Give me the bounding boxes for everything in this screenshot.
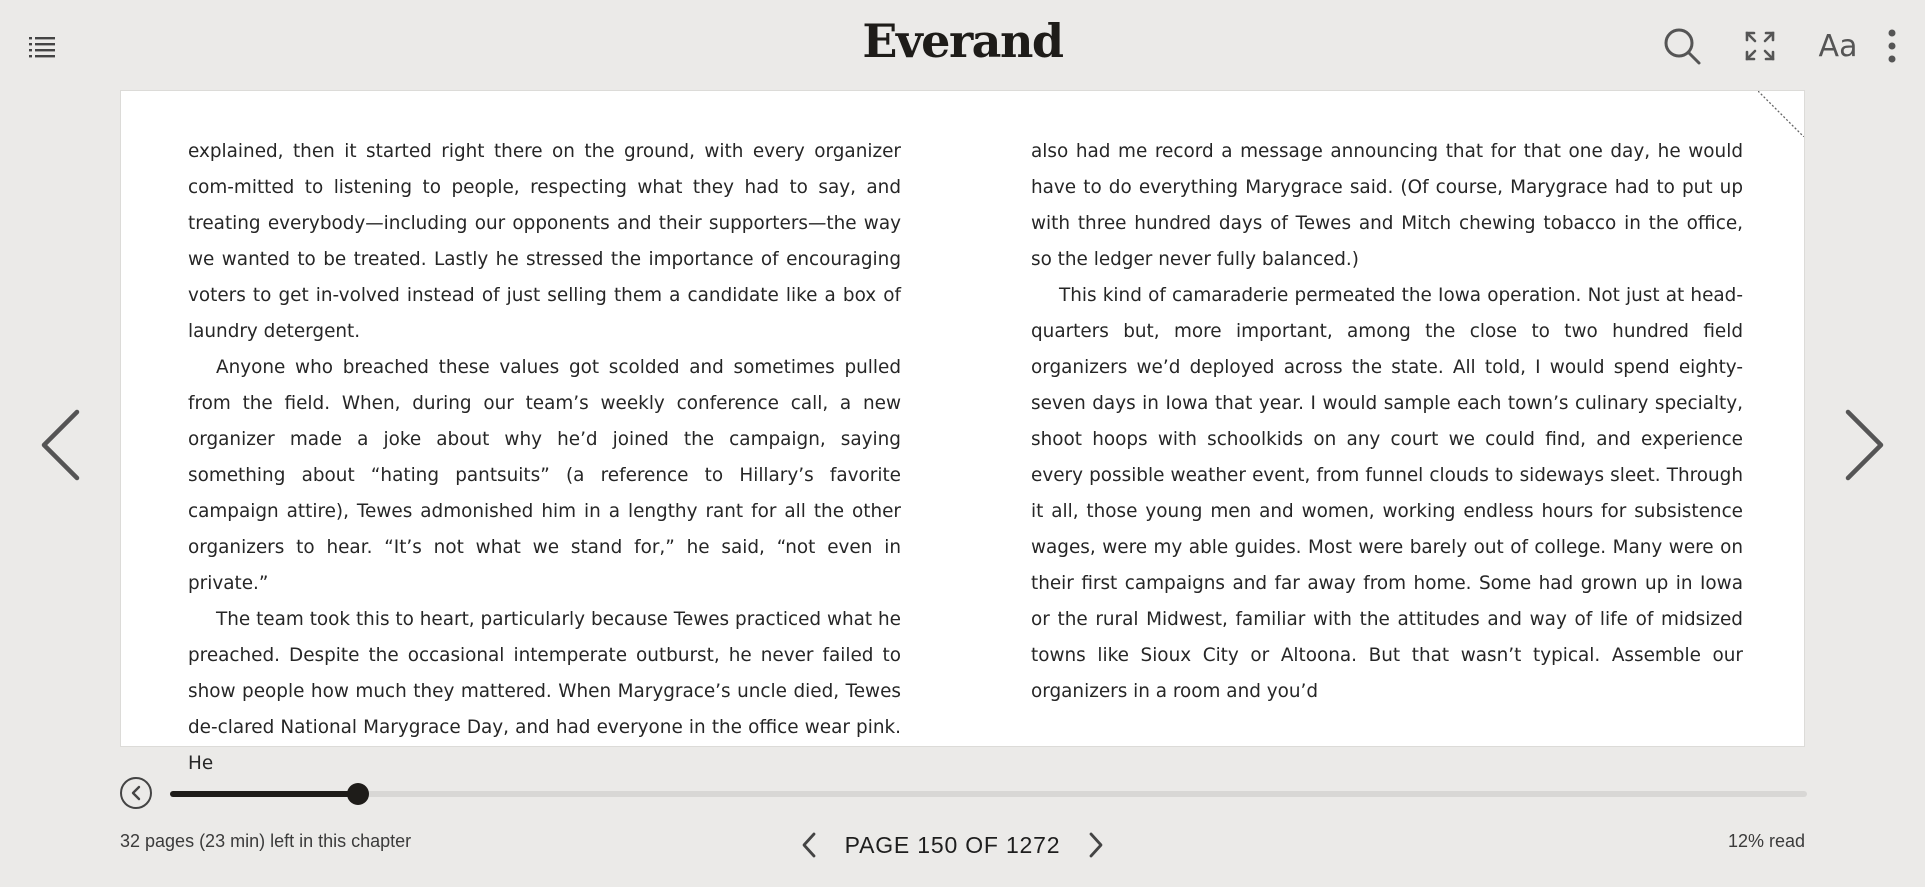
chevron-right-icon — [1845, 409, 1884, 481]
back-circle-icon — [131, 785, 141, 801]
paragraph: The team took this to heart, particularl… — [188, 609, 901, 774]
book-page: explained, then it started right there o… — [120, 90, 1805, 774]
paragraph: explained, then it started right there o… — [188, 141, 901, 342]
page-pager: PAGE 150 OF 1272 — [120, 825, 1805, 865]
fullscreen-button[interactable] — [1736, 22, 1784, 70]
page-corner-fold-icon[interactable] — [1758, 91, 1804, 137]
fullscreen-icon — [1745, 31, 1775, 61]
return-to-position-button[interactable] — [120, 777, 152, 809]
left-text-column: explained, then it started right there o… — [188, 134, 901, 782]
paragraph: also had me record a message announcing … — [1031, 141, 1743, 270]
search-button[interactable] — [1658, 22, 1706, 70]
search-icon — [1664, 28, 1701, 65]
paragraph: This kind of camaraderie permeated the I… — [1031, 285, 1743, 702]
progress-fill — [170, 791, 359, 797]
chevron-left-icon — [41, 409, 80, 481]
right-text-column: also had me record a message announcing … — [1031, 134, 1743, 710]
pager-next-button[interactable] — [1082, 827, 1110, 863]
font-settings-label: Aa — [1818, 28, 1858, 64]
progress-track[interactable] — [170, 783, 1807, 805]
top-toolbar: Everand Aa — [0, 0, 1925, 90]
font-settings-button[interactable]: Aa — [1814, 22, 1862, 70]
paragraph: Anyone who breached these values got sco… — [188, 357, 901, 594]
page-number-label: PAGE 150 OF 1272 — [844, 831, 1061, 858]
page-footer: 32 pages (23 min) left in this chapter P… — [120, 825, 1805, 865]
previous-page-arrow[interactable] — [30, 405, 90, 485]
more-vertical-icon — [1888, 29, 1896, 63]
reading-progress — [120, 775, 1807, 815]
chevron-left-icon — [802, 832, 816, 858]
more-options-button[interactable] — [1868, 22, 1916, 70]
pager-previous-button[interactable] — [795, 827, 823, 863]
app-logo-text: Everand — [862, 14, 1064, 68]
app-logo[interactable]: Everand — [0, 14, 1925, 68]
next-page-arrow[interactable] — [1835, 405, 1895, 485]
progress-slider-thumb[interactable] — [347, 783, 370, 805]
chevron-right-icon — [1089, 832, 1103, 858]
percent-read-text: 12% read — [1727, 831, 1805, 851]
